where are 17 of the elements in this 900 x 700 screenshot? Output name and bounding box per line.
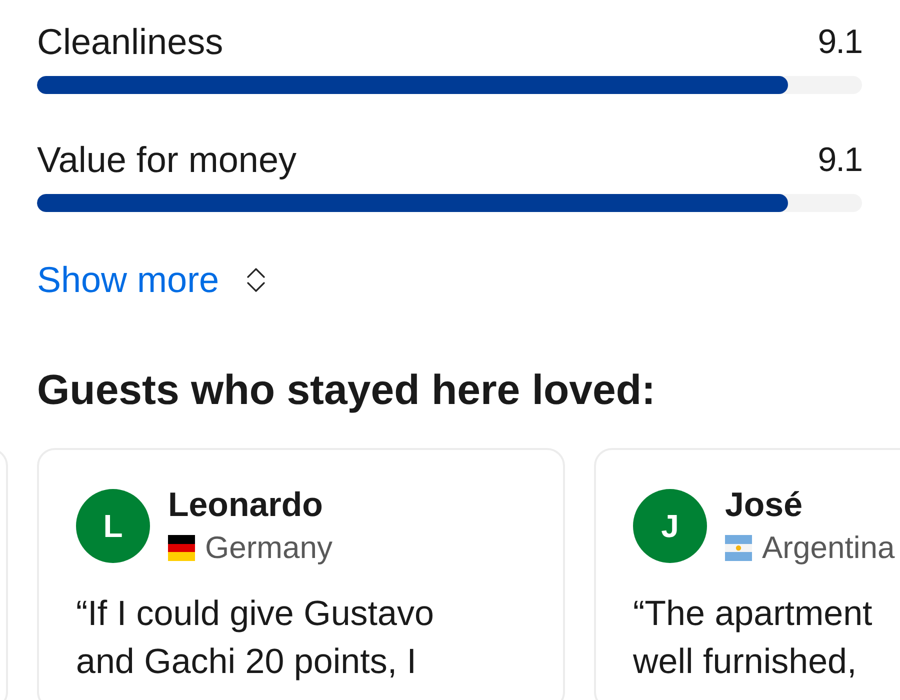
review-quote: “If I could give Gustavo and Gachi 20 points, I [76,593,434,683]
rating-label: Value for money [37,138,296,182]
chevron-up-down-icon [245,266,268,294]
reviewer-country: Argentina [762,529,895,567]
rating-score: 9.1 [818,140,862,181]
avatar: J [633,489,707,563]
avatar: L [76,489,150,563]
section-heading: Guests who stayed here loved: [37,366,657,414]
flag-icon [725,535,752,561]
reviewer-name: José [725,485,802,526]
rating-label: Cleanliness [37,20,224,64]
rating-score: 9.1 [818,22,862,63]
show-more-button[interactable]: Show more [37,258,268,302]
reviewer-name: Leonardo [168,485,323,526]
reviewer-country: Germany [205,529,332,567]
review-quote: “The apartment well furnished, [633,593,872,683]
flag-icon [168,535,195,561]
